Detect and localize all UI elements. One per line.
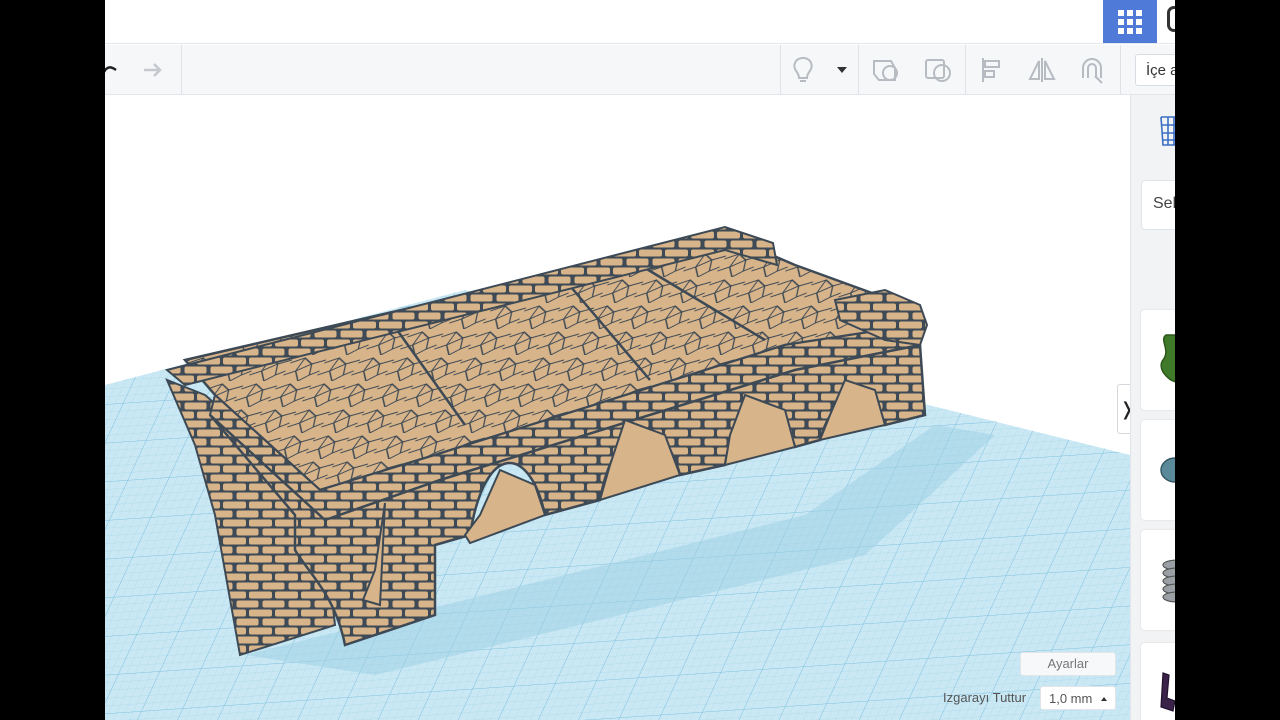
tinkercad-window: İçe a ❭ Ayarlar Izgarayı Tuttur 1,0 mm S… [105,0,1175,720]
lightbulb-icon[interactable] [788,55,818,85]
caret-up-icon [1101,697,1107,701]
shape-thumbnail-grey[interactable] [1141,530,1175,630]
apps-grid-icon [1118,9,1142,34]
redo-icon[interactable] [138,55,168,85]
snap-grid-label: Izgarayı Tuttur [943,690,1027,705]
shape-search-input[interactable]: Sek [1141,180,1175,230]
user-avatar-icon[interactable] [1167,6,1175,32]
mirror-icon[interactable] [1027,55,1057,85]
align-icon[interactable] [977,55,1007,85]
apps-grid-button[interactable] [1103,0,1157,43]
magnet-icon[interactable] [1077,55,1107,85]
top-bar [105,0,1175,44]
settings-button[interactable]: Ayarlar [1020,652,1116,676]
shapes-panel: Sek [1130,95,1175,720]
ungroup-icon[interactable] [923,55,953,85]
shape-thumbnail-purple[interactable] [1141,643,1175,720]
undo-icon[interactable] [105,55,127,85]
group-icon[interactable] [871,55,901,85]
workplane-grid-icon[interactable] [1158,113,1175,157]
import-button[interactable]: İçe a [1135,54,1175,86]
workplane-scene[interactable] [105,95,1130,720]
3d-viewport[interactable] [105,95,1130,720]
edit-toolbar: İçe a [105,45,1175,95]
snap-grid-value: 1,0 mm [1049,691,1093,706]
snap-grid-select[interactable]: 1,0 mm [1040,686,1116,710]
shape-thumbnail-green[interactable] [1141,310,1175,410]
shape-thumbnail-teal[interactable] [1141,420,1175,520]
dropdown-caret-icon[interactable] [827,55,857,85]
